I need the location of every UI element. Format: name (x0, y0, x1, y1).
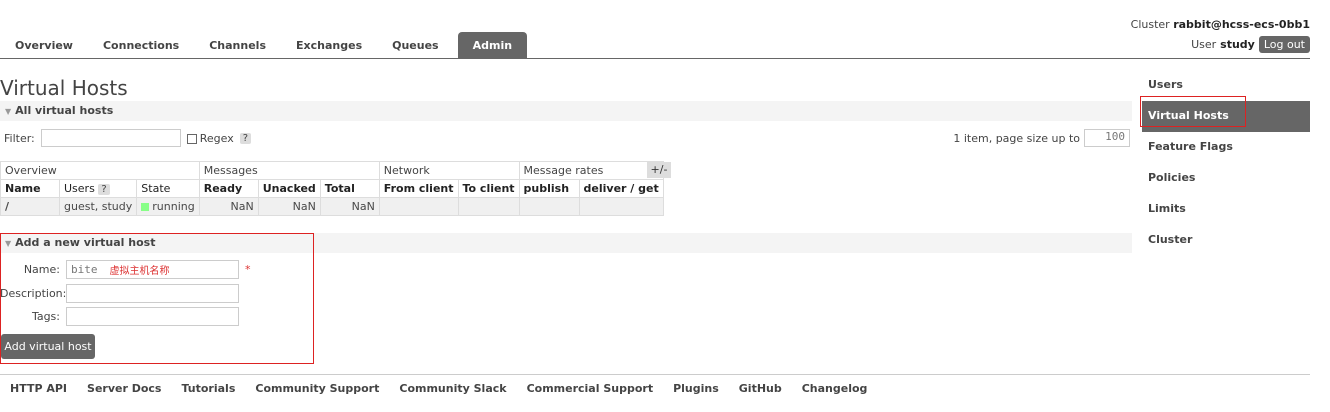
col-publish[interactable]: publish (518, 179, 580, 198)
vhost-from-client (378, 197, 459, 216)
highlight-box (0, 233, 314, 364)
footer-link-http-api[interactable]: HTTP API (10, 382, 67, 395)
col-deliver-get[interactable]: deliver / get (578, 179, 664, 198)
col-users-label: Users (64, 182, 95, 195)
cluster-label: Cluster (1130, 18, 1170, 31)
vhost-unacked: NaN (257, 197, 321, 216)
group-network: Network (378, 161, 520, 180)
sidebar-item-cluster[interactable]: Cluster (1142, 225, 1310, 256)
table-row[interactable]: / guest, study running NaN NaN NaN (0, 197, 664, 216)
pager-text: 1 item, page size up to (953, 131, 1080, 145)
footer-link-changelog[interactable]: Changelog (802, 382, 868, 395)
sidebar-item-feature-flags[interactable]: Feature Flags (1142, 132, 1310, 163)
pager: 1 item, page size up to 100 (953, 129, 1130, 147)
col-unacked[interactable]: Unacked (257, 179, 321, 198)
vhost-deliver-get (578, 197, 664, 216)
cluster-name: rabbit@hcss-ecs-0bb1 (1173, 18, 1310, 31)
tab-exchanges[interactable]: Exchanges (281, 32, 377, 59)
footer-link-community-support[interactable]: Community Support (255, 382, 379, 395)
group-overview: Overview (0, 161, 200, 180)
sidebar-item-policies[interactable]: Policies (1142, 163, 1310, 194)
footer-link-server-docs[interactable]: Server Docs (87, 382, 161, 395)
vhost-total: NaN (319, 197, 380, 216)
regex-label: Regex (199, 131, 234, 145)
page-title: Virtual Hosts (0, 76, 128, 100)
vhost-publish (518, 197, 580, 216)
footer-link-community-slack[interactable]: Community Slack (399, 382, 506, 395)
tab-queues[interactable]: Queues (377, 32, 453, 59)
all-vhosts-section-header[interactable]: ▼ All virtual hosts (0, 101, 1132, 121)
tab-connections[interactable]: Connections (88, 32, 194, 59)
logout-button[interactable]: Log out (1258, 36, 1310, 53)
footer-links: HTTP API Server Docs Tutorials Community… (10, 382, 867, 395)
vhost-users: guest, study (58, 197, 138, 216)
sidebar-highlight-box (1140, 96, 1246, 127)
footer-link-commercial-support[interactable]: Commercial Support (527, 382, 654, 395)
vhost-state-text: running (152, 200, 195, 213)
vhost-name-link[interactable]: / (0, 197, 60, 216)
vhost-ready: NaN (198, 197, 259, 216)
filter-row: Filter: Regex ? (4, 129, 252, 147)
all-vhosts-section-title: All virtual hosts (15, 104, 114, 117)
footer-link-github[interactable]: GitHub (739, 382, 782, 395)
col-to-client[interactable]: To client (457, 179, 520, 198)
sidebar-item-limits[interactable]: Limits (1142, 194, 1310, 225)
tab-divider (0, 58, 1310, 59)
footer-link-plugins[interactable]: Plugins (673, 382, 719, 395)
collapse-triangle-icon: ▼ (5, 107, 12, 116)
col-ready[interactable]: Ready (198, 179, 259, 198)
col-state[interactable]: State (136, 179, 200, 198)
main-tabs: Overview Connections Channels Exchanges … (0, 32, 528, 59)
vhost-to-client (457, 197, 520, 216)
vhosts-table: Overview Messages Network Message rates … (0, 161, 664, 216)
regex-toggle[interactable]: Regex (186, 131, 234, 145)
user-info: User study Log out (1191, 36, 1310, 53)
user-name: study (1220, 38, 1255, 51)
col-name[interactable]: Name (0, 179, 60, 198)
footer-divider (0, 374, 1310, 375)
regex-help-icon[interactable]: ? (239, 132, 252, 144)
users-help-icon[interactable]: ? (98, 184, 110, 195)
tab-overview[interactable]: Overview (0, 32, 88, 59)
group-message-rates: Message rates (518, 161, 664, 180)
regex-checkbox[interactable] (186, 133, 197, 144)
filter-input[interactable] (40, 129, 181, 147)
filter-label: Filter: (4, 131, 35, 145)
user-label: User (1191, 38, 1217, 51)
vhost-state: running (136, 197, 200, 216)
column-toggle-button[interactable]: +/- (647, 162, 671, 178)
tab-channels[interactable]: Channels (194, 32, 281, 59)
running-status-icon (141, 203, 150, 211)
page-size-input[interactable]: 100 (1084, 129, 1130, 147)
footer-link-tutorials[interactable]: Tutorials (181, 382, 235, 395)
col-users[interactable]: Users ? (58, 179, 138, 198)
cluster-info: Cluster rabbit@hcss-ecs-0bb1 (1131, 18, 1310, 31)
tab-admin[interactable]: Admin (457, 32, 528, 59)
group-messages: Messages (198, 161, 380, 180)
col-total[interactable]: Total (319, 179, 380, 198)
col-from-client[interactable]: From client (378, 179, 459, 198)
